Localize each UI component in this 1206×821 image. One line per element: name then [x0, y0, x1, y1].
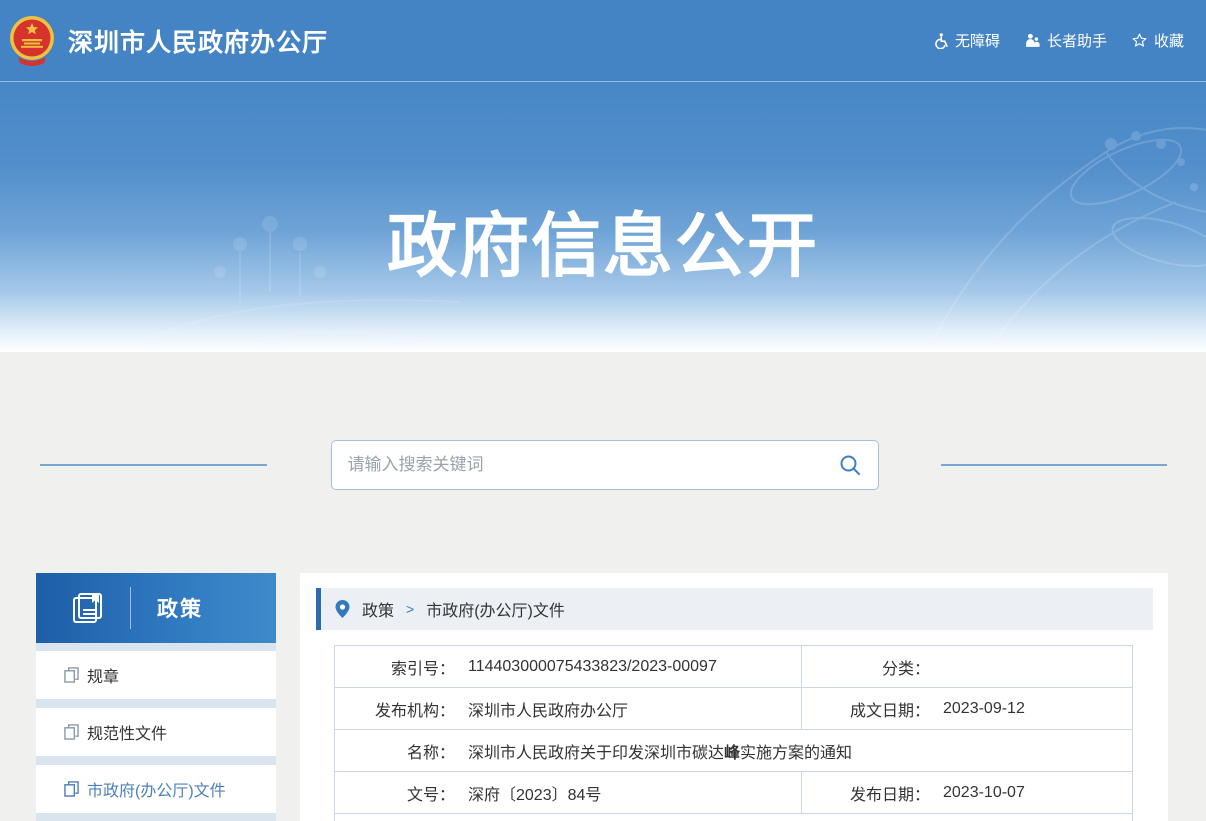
top-header-bar: 深圳市人民政府办公厅 无障碍 长者助手 收藏 [0, 0, 1206, 82]
breadcrumb-item-municipal-documents[interactable]: 市政府(办公厅)文件 [426, 597, 565, 621]
sidebar-title: 政策 [157, 593, 203, 623]
table-row: 发布机构： 深圳市人民政府办公厅 成文日期： 2023-09-12 [335, 687, 1132, 729]
search-input[interactable] [348, 455, 838, 475]
site-title[interactable]: 深圳市人民政府办公厅 [68, 23, 328, 59]
issuer-label: 发布机构： [335, 697, 455, 721]
index-number-cell: 索引号： 114403000075433823/2023-00097 [335, 646, 801, 687]
sidebar-item-label: 规范性文件 [87, 720, 167, 744]
document-name-label: 名称： [335, 739, 455, 763]
document-name-cell: 名称： 深圳市人民政府关于印发深圳市碳达峰实施方案的通知 [335, 730, 1132, 771]
sidebar-header-divider [130, 587, 131, 629]
written-date-cell: 成文日期： 2023-09-12 [801, 688, 1132, 729]
sidebar-item-normative-documents[interactable]: 规范性文件 [36, 708, 276, 756]
document-icon [64, 667, 79, 683]
accessibility-icon [932, 32, 949, 49]
document-name-highlight: 峰 [724, 745, 740, 762]
document-info-table: 索引号： 114403000075433823/2023-00097 分类： 发… [334, 645, 1133, 821]
topbar-links: 无障碍 长者助手 收藏 [932, 30, 1184, 51]
issuer-value: 深圳市人民政府办公厅 [468, 697, 628, 721]
table-row: 文号： 深府〔2023〕84号 发布日期： 2023-10-07 [335, 771, 1132, 813]
table-row: 名称： 深圳市人民政府关于印发深圳市碳达峰实施方案的通知 [335, 729, 1132, 771]
index-number-value: 114403000075433823/2023-00097 [468, 658, 717, 676]
book-icon [70, 590, 106, 626]
publish-date-cell: 发布日期： 2023-10-07 [801, 772, 1132, 813]
written-date-value: 2023-09-12 [943, 700, 1025, 718]
star-icon [1131, 32, 1148, 49]
table-row-partial [335, 813, 1132, 821]
publish-date-value: 2023-10-07 [943, 784, 1025, 802]
location-pin-icon [335, 600, 350, 618]
document-name-value: 深圳市人民政府关于印发深圳市碳达峰实施方案的通知 [468, 739, 852, 763]
category-label: 分类： [802, 655, 930, 679]
search-row [0, 352, 1206, 490]
index-number-label: 索引号： [335, 655, 455, 679]
sidebar-item-regulations[interactable]: 规章 [36, 651, 276, 699]
page-title: 政府信息公开 [0, 190, 1206, 291]
search-box [331, 440, 879, 490]
category-cell: 分类： [801, 646, 1132, 687]
document-icon [64, 724, 79, 740]
elder-helper-link[interactable]: 长者助手 [1024, 30, 1107, 51]
sidebar-header: 政策 [36, 573, 276, 643]
decorative-line-left [40, 464, 267, 466]
publish-date-label: 发布日期： [802, 781, 930, 805]
breadcrumb-separator: > [406, 601, 414, 617]
elder-helper-link-label: 长者助手 [1047, 30, 1107, 51]
main-panel: 政策 > 市政府(办公厅)文件 索引号： 114403000075433823/… [300, 573, 1168, 821]
written-date-label: 成文日期： [802, 697, 930, 721]
doc-number-cell: 文号： 深府〔2023〕84号 [335, 772, 801, 813]
page-banner: 政府信息公开 [0, 82, 1206, 352]
sidebar-list: 规章 规范性文件 市政府(办公厅)文件 [36, 643, 276, 821]
breadcrumb: 政策 > 市政府(办公厅)文件 [316, 588, 1153, 630]
sidebar-item-label: 市政府(办公厅)文件 [87, 777, 226, 801]
search-icon [838, 453, 862, 477]
sidebar: 政策 规章 规范性文件 [36, 573, 276, 821]
issuer-cell: 发布机构： 深圳市人民政府办公厅 [335, 688, 801, 729]
accessibility-link[interactable]: 无障碍 [932, 30, 1000, 51]
decorative-line-right [941, 464, 1167, 466]
doc-number-label: 文号： [335, 781, 455, 805]
content-row: 政策 规章 规范性文件 [0, 573, 1206, 821]
table-row: 索引号： 114403000075433823/2023-00097 分类： [335, 646, 1132, 687]
elder-helper-icon [1024, 32, 1041, 49]
breadcrumb-item-policy[interactable]: 政策 [362, 597, 394, 621]
document-name-suffix: 实施方案的通知 [740, 745, 852, 762]
favorite-link[interactable]: 收藏 [1131, 30, 1184, 51]
favorite-link-label: 收藏 [1154, 30, 1184, 51]
sidebar-item-municipal-documents[interactable]: 市政府(办公厅)文件 [36, 765, 276, 813]
national-emblem-logo[interactable] [8, 15, 56, 67]
doc-number-value: 深府〔2023〕84号 [468, 781, 601, 805]
main-section: 政策 规章 规范性文件 [0, 352, 1206, 821]
sidebar-item-label: 规章 [87, 663, 119, 687]
accessibility-link-label: 无障碍 [955, 30, 1000, 51]
document-icon [64, 781, 79, 797]
search-button[interactable] [838, 453, 862, 477]
document-name-prefix: 深圳市人民政府关于印发深圳市碳达 [468, 745, 724, 762]
